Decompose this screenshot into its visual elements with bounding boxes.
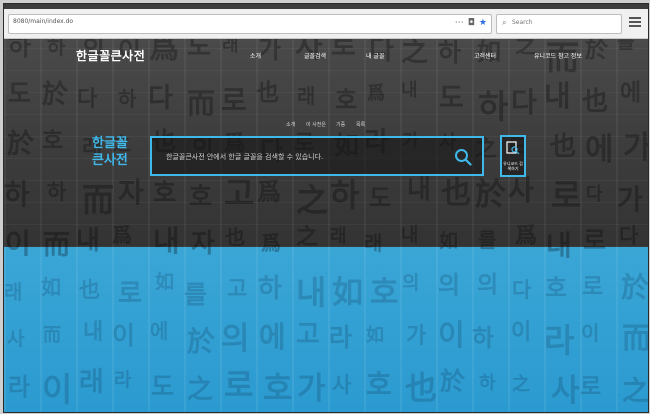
nav-item-my-fonts[interactable]: 내 글꼴 [366, 51, 384, 60]
browser-search-bar[interactable]: ⌕ Search [496, 14, 622, 34]
search-icon: ⌕ [502, 18, 507, 27]
site-logo[interactable]: 한글꼴큰사전 [76, 47, 145, 64]
address-bar-icons: ⋯ ◘ ★ [451, 18, 487, 29]
hero-title: 한글꼴 큰사전 [92, 135, 152, 169]
tab-strip [4, 4, 648, 9]
browser-toolbar: 8080/main/index.do ⋯ ◘ ★ ⌕ Search [4, 4, 648, 39]
bookmark-star-icon[interactable]: ★ [479, 18, 487, 28]
address-text: 8080/main/index.do [13, 18, 74, 25]
main-search-box [150, 136, 484, 176]
search-icon[interactable] [454, 148, 472, 166]
page-content: 하도於하이래사라하於호하而如而이의다래而내也내래이하之자爲로이라爲다也호내如에도… [4, 39, 648, 412]
more-icon[interactable]: ⋯ [455, 18, 464, 28]
subnav-item-3[interactable]: 기증 [336, 121, 345, 128]
hamburger-menu-icon[interactable] [629, 15, 641, 29]
nav-item-intro[interactable]: 소개 [250, 51, 261, 60]
address-bar[interactable]: 8080/main/index.do ⋯ ◘ ★ [8, 14, 492, 34]
subnav-item-2[interactable]: 이 사전은 [306, 121, 326, 128]
nav-item-font-search[interactable]: 글꼴검색 [304, 51, 326, 60]
main-search-input[interactable] [166, 148, 456, 166]
subnav-item-1[interactable]: 소개 [286, 121, 295, 128]
lower-blue-band [4, 247, 648, 412]
unicode-search-button[interactable]: 유니코드 검색하기 [500, 135, 526, 177]
browser-search-placeholder: Search [512, 19, 533, 26]
hero-title-line-1: 한글꼴 [92, 136, 128, 151]
nav-item-unicode-info[interactable]: 유니코드 참고 정보 [534, 51, 582, 60]
nav-item-support[interactable]: 고객센터 [474, 51, 496, 60]
hero-title-line-2: 큰사전 [92, 153, 128, 168]
browser-window: 8080/main/index.do ⋯ ◘ ★ ⌕ Search 하도於하이래사라… [3, 3, 649, 413]
subnav-item-4[interactable]: 목록 [356, 121, 365, 128]
document-search-icon [506, 141, 520, 155]
unicode-search-label: 유니코드 검색하기 [503, 161, 523, 171]
pocket-icon[interactable]: ◘ [468, 18, 475, 28]
